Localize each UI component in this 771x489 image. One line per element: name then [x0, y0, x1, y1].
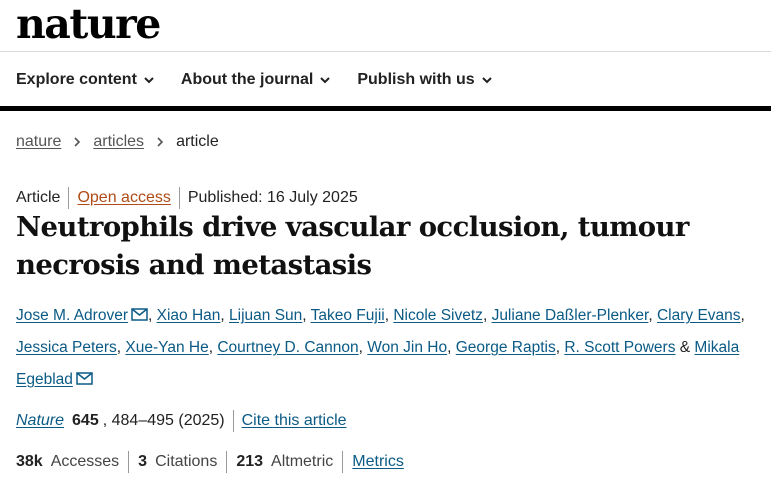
author-link[interactable]: Juliane Daßler-Plenker — [492, 307, 649, 324]
author-link[interactable]: Jose M. Adrover — [16, 307, 128, 324]
breadcrumb-nature[interactable]: nature — [16, 133, 61, 151]
author-link[interactable]: Won Jin Ho — [367, 339, 447, 356]
nav-item-label: Explore content — [16, 71, 137, 88]
site-logo[interactable]: nature — [16, 0, 161, 48]
author-link[interactable]: Clary Evans — [657, 307, 741, 324]
author-link[interactable]: Jessica Peters — [16, 339, 117, 356]
nav-publish-with-us[interactable]: Publish with us — [357, 69, 492, 91]
cite-this-article-link[interactable]: Cite this article — [242, 412, 347, 430]
author-link[interactable]: Takeo Fujii — [311, 307, 385, 324]
metrics-divider — [128, 451, 130, 473]
author-list: Jose M. Adrover, Xiao Han, Lijuan Sun, T… — [16, 307, 745, 388]
author-link[interactable]: Courtney D. Cannon — [217, 339, 358, 356]
author-link[interactable]: George Raptis — [456, 339, 556, 356]
chevron-down-icon — [320, 77, 331, 84]
accesses-count: 38k — [16, 453, 43, 470]
chevron-right-icon — [74, 137, 81, 147]
nav-explore-content[interactable]: Explore content — [16, 69, 155, 91]
article-meta: Article Open access Published: 16 July 2… — [16, 187, 358, 209]
citation-row: Nature 645 , 484–495 (2025) Cite this ar… — [16, 410, 347, 432]
citation-divider — [232, 410, 234, 432]
journal-link[interactable]: Nature — [16, 412, 64, 430]
metrics-bar: 38k Accesses 3 Citations 213 Altmetric M… — [16, 451, 404, 473]
author-link[interactable]: Nicole Sivetz — [393, 307, 483, 324]
chevron-right-icon — [157, 137, 164, 147]
author-link[interactable]: Xue-Yan He — [125, 339, 208, 356]
breadcrumb-articles[interactable]: articles — [93, 133, 144, 151]
envelope-icon[interactable] — [76, 372, 93, 385]
nav-item-label: Publish with us — [357, 71, 475, 88]
author-conjunction: & — [679, 339, 691, 356]
altmetric-label: Altmetric — [271, 453, 334, 470]
chevron-down-icon — [481, 77, 492, 84]
author-link[interactable]: R. Scott Powers — [564, 339, 675, 356]
author-link[interactable]: Lijuan Sun — [229, 307, 302, 324]
breadcrumb-current: article — [176, 133, 219, 150]
article-type: Article — [16, 189, 61, 206]
pages-year: , 484–495 (2025) — [102, 412, 225, 429]
metrics-link[interactable]: Metrics — [352, 453, 404, 471]
breadcrumb: nature articles article — [16, 133, 219, 151]
citations-count: 3 — [138, 453, 148, 470]
envelope-icon[interactable] — [131, 308, 148, 321]
meta-divider — [178, 187, 180, 209]
chevron-down-icon — [144, 77, 154, 84]
article-title: Neutrophils drive vascular occlusion, tu… — [16, 211, 689, 281]
accesses-label: Accesses — [50, 453, 120, 470]
nav-divider — [0, 106, 771, 111]
nav-about-journal[interactable]: About the journal — [181, 69, 331, 91]
author-link[interactable]: Xiao Han — [157, 307, 221, 324]
main-nav: Explore content About the journal Publis… — [16, 69, 519, 91]
open-access-link[interactable]: Open access — [77, 189, 170, 207]
volume-number: 645 — [72, 412, 99, 429]
published-date: Published: 16 July 2025 — [187, 189, 358, 206]
metrics-divider — [226, 451, 228, 473]
nav-item-label: About the journal — [180, 71, 314, 88]
meta-divider — [68, 187, 70, 209]
altmetric-score: 213 — [236, 453, 264, 470]
header-divider — [0, 51, 771, 52]
citations-label: Citations — [155, 453, 218, 470]
metrics-divider — [342, 451, 344, 473]
